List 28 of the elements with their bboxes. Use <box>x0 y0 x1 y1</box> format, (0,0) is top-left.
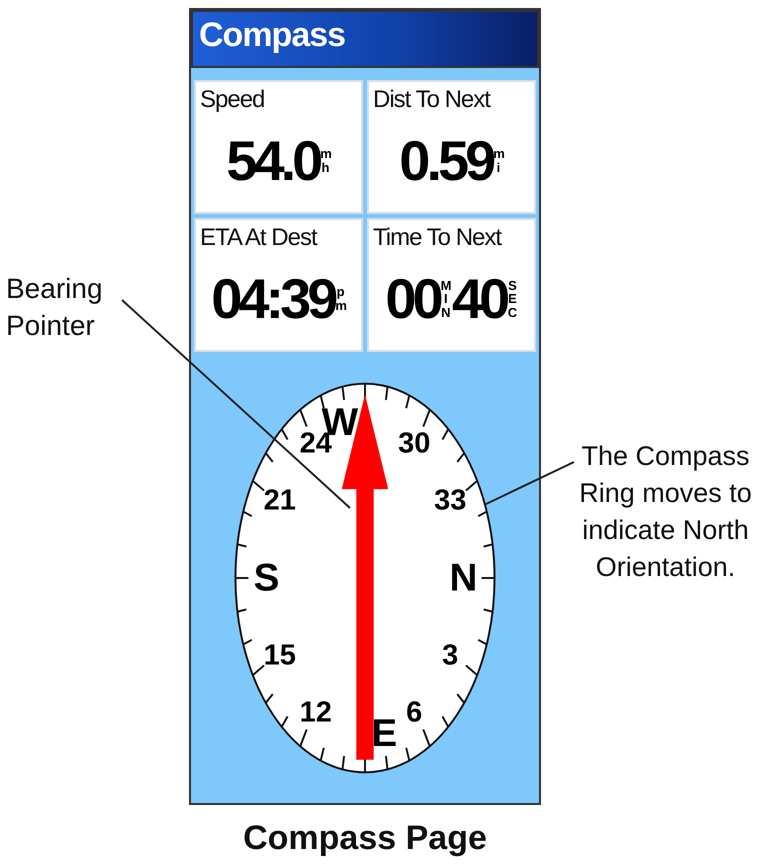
ring-label: 15 <box>264 639 296 672</box>
ring-label: 3 <box>442 639 458 672</box>
field-value: 04:39 <box>211 271 334 327</box>
ring-label: E <box>371 711 398 754</box>
callout-label: Bearing Pointer <box>6 272 104 343</box>
figure-caption: Compass Page <box>243 819 487 858</box>
field-value: 0.59 <box>399 133 492 189</box>
unit-label: pm <box>335 285 346 313</box>
ring-label: 12 <box>300 696 332 728</box>
field-label: Speed <box>200 86 264 114</box>
ring-label: 6 <box>406 696 422 728</box>
ring-label: 30 <box>398 426 430 459</box>
window-title: Compass <box>191 10 539 68</box>
field-value: 54.0 <box>226 133 320 189</box>
unit-label: SEC <box>507 278 518 320</box>
field-label: ETA At Dest <box>200 224 317 252</box>
ring-label: 33 <box>434 484 466 516</box>
unit-label: mh <box>320 147 331 175</box>
field-value: 40 <box>452 271 506 327</box>
unit-label: mi <box>493 147 504 175</box>
field-label: Dist To Next <box>373 86 490 114</box>
ring-label: N <box>449 556 478 599</box>
field-label: Time To Next <box>373 224 502 252</box>
unit-label: MIN <box>440 278 451 320</box>
ring-label: S <box>254 556 280 599</box>
callout-label: The Compass Ring moves to indicate North Orientation. <box>578 440 753 584</box>
field-value: 00 <box>385 271 440 327</box>
ring-label: 21 <box>264 484 296 516</box>
